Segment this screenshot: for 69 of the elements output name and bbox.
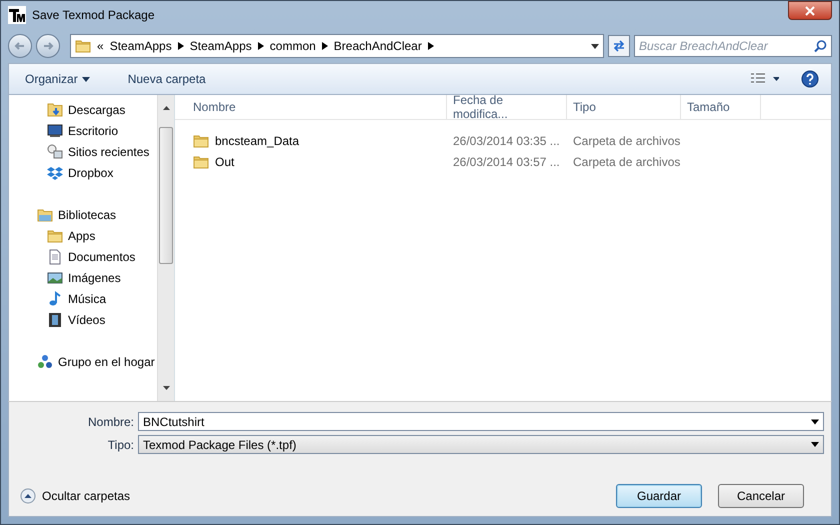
search-field[interactable]: Buscar BreachAndClear (634, 35, 832, 57)
close-button[interactable] (788, 1, 832, 20)
refresh-button[interactable] (608, 35, 630, 57)
chevron-icon (428, 42, 434, 50)
back-button[interactable] (8, 34, 32, 58)
close-icon (805, 6, 815, 16)
forward-button[interactable] (36, 34, 60, 58)
sidebar-item[interactable]: Música (9, 288, 157, 309)
file-name[interactable]: Out (215, 154, 234, 170)
dialog-button[interactable]: Guardar (616, 484, 702, 508)
monitor-icon (47, 122, 63, 138)
right-arrow-icon (42, 40, 54, 52)
search-icon (814, 40, 827, 52)
document-icon (47, 248, 63, 264)
dialog-button[interactable]: Cancelar (718, 484, 804, 508)
dropbox-icon (47, 164, 63, 180)
window-title: Save Texmod Package (32, 8, 155, 22)
folder-icon (193, 154, 209, 170)
sidebar-item[interactable]: Grupo en el hogar (9, 351, 157, 372)
caret-icon (82, 76, 90, 82)
new-folder-button[interactable]: Nueva carpeta (124, 70, 210, 88)
dropdown-arrow-icon (811, 442, 819, 447)
sidebar-item[interactable]: Dropbox (9, 162, 157, 183)
type-cell-text: Carpeta de archivos (572, 154, 681, 170)
address-bar[interactable]: « SteamApps SteamApps common BreachAndClear (70, 34, 604, 58)
sidebar-item[interactable]: Sitios recientes (9, 141, 157, 162)
sidebar-item[interactable]: Imágenes (9, 267, 157, 288)
dropdown-arrow-icon (591, 44, 599, 48)
library-folder-icon (37, 206, 53, 222)
swap-arrows-icon (612, 39, 626, 53)
overflow-chevron[interactable]: « (97, 39, 104, 53)
download-folder-icon (47, 102, 63, 118)
sidebar-item[interactable]: Apps (9, 225, 157, 246)
chevron-icon (178, 42, 184, 50)
sidebar-item[interactable]: Documentos (9, 246, 157, 267)
picture-icon (47, 270, 63, 286)
field-label: Tipo: (106, 438, 134, 452)
dropdown-arrow-icon[interactable] (811, 419, 819, 424)
music-note-icon (47, 290, 63, 306)
app-logo-icon (8, 6, 26, 24)
breadcrumb-segment[interactable]: SteamApps (190, 39, 252, 53)
breadcrumb-segment[interactable]: BreachAndClear (334, 39, 422, 53)
homegroup-icon (37, 354, 53, 370)
organize-menu[interactable]: Organizar (21, 70, 94, 88)
hide-folders-button[interactable]: Ocultar carpetas (16, 488, 134, 504)
folder-icon (193, 132, 209, 148)
date-cell-text: 26/03/2014 03:57 ... (452, 154, 561, 170)
file-name-field[interactable]: BNCtutshirt (138, 412, 824, 431)
date-cell-text: 26/03/2014 03:35 ... (452, 132, 561, 148)
sidebar-item[interactable]: Descargas (9, 99, 157, 120)
type-cell-text: Carpeta de archivos (572, 132, 681, 148)
file-type-dropdown[interactable]: Texmod Package Files (*.tpf) (138, 435, 824, 454)
collapse-icon (20, 488, 36, 504)
field-label: Nombre: (86, 414, 134, 428)
folder-icon (47, 228, 63, 244)
folder-icon (75, 38, 91, 54)
left-arrow-icon (14, 40, 26, 52)
film-icon (47, 312, 63, 328)
chevron-icon (258, 42, 264, 50)
chevron-icon (322, 42, 328, 50)
breadcrumb-segment[interactable]: SteamApps (110, 39, 172, 53)
sidebar-item[interactable]: Bibliotecas (9, 204, 157, 225)
scrollbar[interactable] (157, 95, 174, 401)
recent-places-icon (47, 144, 63, 160)
sidebar-item[interactable]: Vídeos (9, 309, 157, 330)
help-icon[interactable] (801, 70, 819, 88)
file-name[interactable]: bncsteam_Data (215, 132, 300, 148)
breadcrumb-segment[interactable]: common (270, 39, 316, 53)
sidebar-item[interactable]: Escritorio (9, 120, 157, 141)
